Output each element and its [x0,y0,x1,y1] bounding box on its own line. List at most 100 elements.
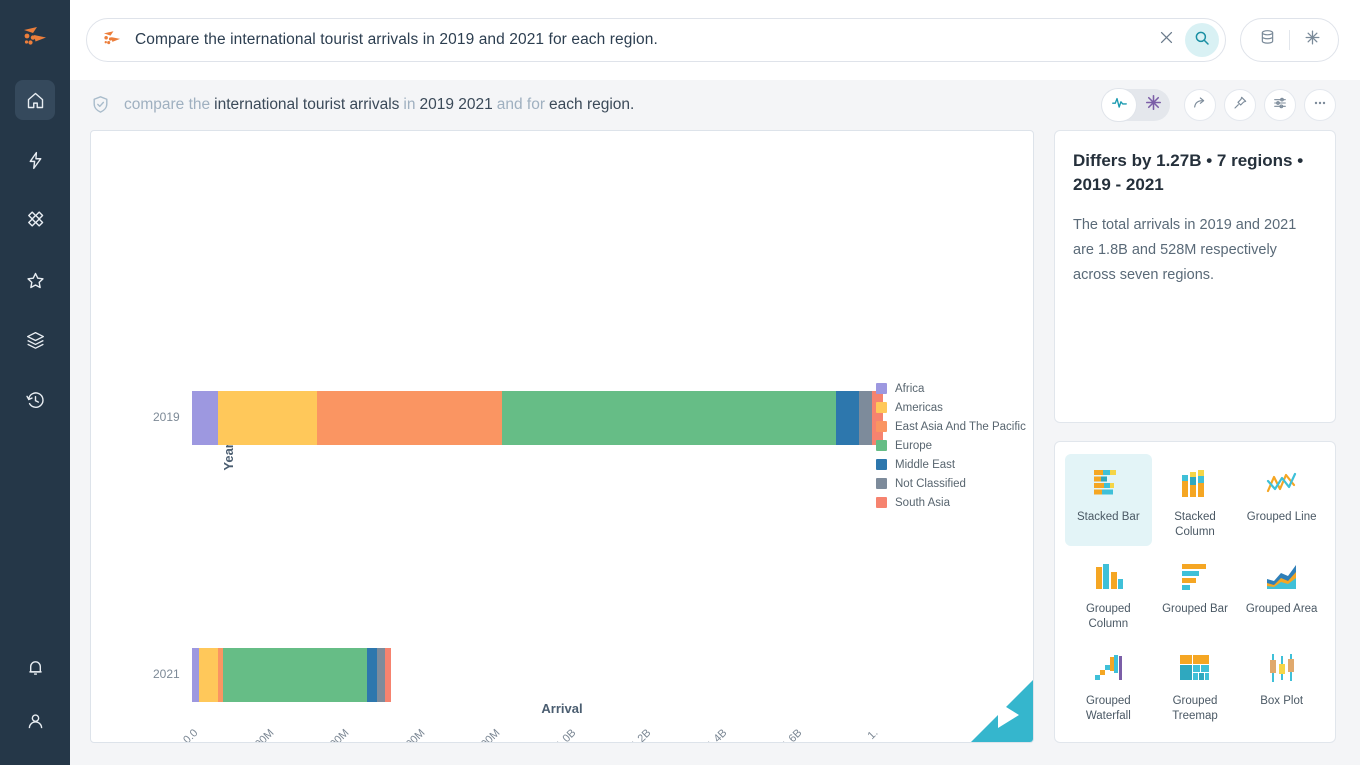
bar-segment[interactable] [384,648,392,702]
search-header [70,0,1360,80]
chart-legend[interactable]: Africa Americas East Asia And The Pacific E… [876,379,1026,512]
query-token[interactable]: in [403,96,415,113]
viz-type-grouped-area[interactable]: Grouped Area [1238,546,1325,638]
viz-type-stacked-bar[interactable]: Stacked Bar [1065,454,1152,546]
right-panel: Differs by 1.27B • 7 regions • 2019 - 20… [1054,130,1336,743]
bar-segment[interactable] [316,391,502,445]
y-axis-category-label: 2021 [153,667,180,681]
rail-bottom-group [0,647,70,755]
sidebar-item-history[interactable] [15,380,55,420]
bar-segment[interactable] [835,391,860,445]
query-token[interactable]: international tourist arrivals [214,96,399,113]
legend-item[interactable]: Africa [876,379,1026,398]
chart-card: Year (Year) 20192021 0.0200M400M600M800M… [90,130,1034,743]
viz-type-label: Stacked Column [1174,511,1216,538]
viz-type-box-plot[interactable]: Box Plot [1238,638,1325,730]
viz-type-label: Stacked Bar [1077,511,1140,523]
grouped-area-icon [1262,554,1302,598]
y-axis-category-label: 2019 [153,410,180,424]
shield-check-icon [90,94,112,116]
legend-item[interactable]: Not Classified [876,474,1026,493]
sidebar-item-notifications[interactable] [15,647,55,687]
viz-type-grouped-line[interactable]: Grouped Line [1238,454,1325,546]
bar-segment[interactable] [192,391,219,445]
bar-segment[interactable] [218,391,317,445]
play-triangle-icon [998,702,1019,728]
bar-segment[interactable] [223,648,367,702]
bar-segment[interactable] [198,648,218,702]
x-axis-tick-label: 600M [399,727,427,743]
legend-item[interactable]: Europe [876,436,1026,455]
bar-2021[interactable] [192,648,392,702]
search-input[interactable] [135,31,1149,49]
query-token[interactable]: each region. [549,96,634,113]
viz-type-grouped-column[interactable]: Grouped Column [1065,546,1152,638]
ai-assist-button[interactable] [1292,23,1332,57]
viz-type-grouped-waterfall[interactable]: Grouped Waterfall [1065,638,1152,730]
bell-icon [25,657,46,678]
grouped-column-icon [1088,554,1128,598]
sidebar-item-home[interactable] [15,80,55,120]
grouped-line-icon [1262,462,1302,506]
x-axis-tick-label: 1. [865,727,880,742]
stacked-bar-chart[interactable]: Year (Year) 20192021 0.0200M400M600M800M… [91,131,1033,743]
bar-segment[interactable] [859,391,873,445]
bar-segment[interactable] [501,391,836,445]
bar-2019[interactable] [192,391,884,445]
viz-type-grouped-treemap[interactable]: Grouped Treemap [1152,638,1239,730]
legend-item[interactable]: Middle East [876,455,1026,474]
stacked-bar-icon [1088,462,1128,506]
legend-swatch [876,478,887,489]
play-answer-button[interactable] [941,678,1033,742]
spark-icon [25,150,46,171]
x-axis-tick-label: 200M [248,727,276,743]
answer-content: Year (Year) 20192021 0.0200M400M600M800M… [70,130,1360,765]
answer-actions [1102,89,1336,121]
ai-insights-toggle[interactable] [1136,89,1170,121]
legend-swatch [876,497,887,508]
pin-button[interactable] [1224,89,1256,121]
layers-icon [25,330,46,351]
chart-settings-button[interactable] [1264,89,1296,121]
viz-type-grouped-bar[interactable]: Grouped Bar [1152,546,1239,638]
bar-segment[interactable] [366,648,377,702]
query-token[interactable]: compare the [124,96,210,113]
sidebar-item-answers[interactable] [15,140,55,180]
app-logo-icon[interactable] [18,22,52,56]
viz-type-label: Box Plot [1260,695,1304,707]
sidebar-item-favorites[interactable] [15,260,55,300]
legend-swatch [876,402,887,413]
grouped-waterfall-icon [1088,646,1128,690]
more-options-button[interactable] [1304,89,1336,121]
sidebar-item-liveboards[interactable] [15,200,55,240]
sidebar-item-profile[interactable] [15,701,55,741]
x-axis-tick-label: 1.0B [553,727,578,743]
sparkle-icon [1144,93,1163,117]
search-bar[interactable] [86,18,1226,62]
bar-segment[interactable] [192,648,199,702]
legend-item[interactable]: South Asia [876,493,1026,512]
viz-type-stacked-column[interactable]: Stacked Column [1152,454,1239,546]
legend-item[interactable]: Americas [876,398,1026,417]
query-tokens[interactable]: compare the international tourist arriva… [124,96,634,114]
search-button[interactable] [1185,23,1219,57]
insight-title: Differs by 1.27B • 7 regions • 2019 - 20… [1073,151,1304,195]
pulse-chart-icon [1111,94,1128,116]
grouped-treemap-icon [1175,646,1215,690]
x-axis-tick-label: 0.0 [181,727,201,743]
legend-item[interactable]: East Asia And The Pacific [876,417,1026,436]
bar-segment[interactable] [376,648,385,702]
legend-swatch [876,440,887,451]
share-button[interactable] [1184,89,1216,121]
sidebar-item-data[interactable] [15,320,55,360]
chart-view-toggle[interactable] [1102,89,1136,121]
x-axis-tick-label: 1.2B [628,727,654,743]
query-token[interactable]: and for [497,96,545,113]
clear-search-button[interactable] [1149,23,1183,57]
query-token[interactable]: 2019 2021 [419,96,492,113]
x-axis-tick-label: 800M [474,727,503,743]
data-source-button[interactable] [1247,23,1287,57]
left-navigation-rail [0,0,70,765]
x-axis-tick-label: 1.4B [704,727,729,743]
play-corner-triangle [957,678,1033,742]
